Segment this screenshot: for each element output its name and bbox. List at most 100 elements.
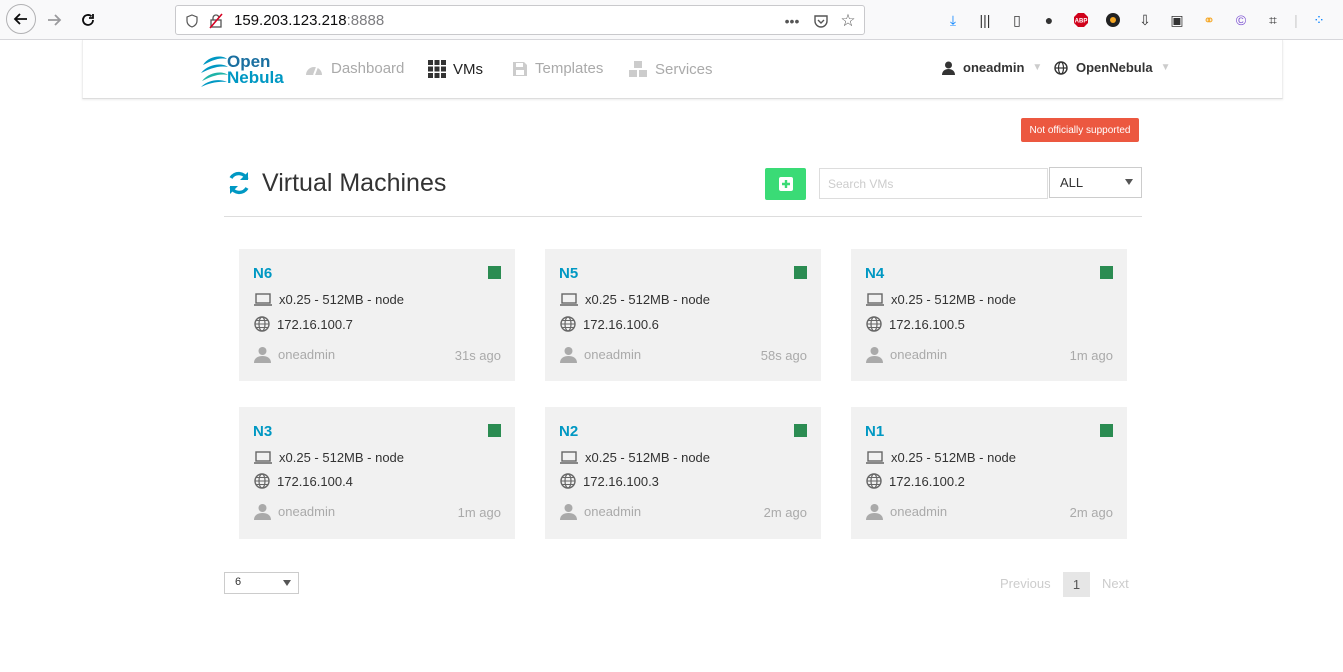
page-title-row: Virtual Machines ALL bbox=[224, 165, 1142, 217]
vm-card[interactable]: N2 x0.25 - 512MB - node 172.16.100.3 one… bbox=[545, 407, 821, 539]
vm-spec: x0.25 - 512MB - node bbox=[560, 292, 710, 307]
menu-templates[interactable]: Templates bbox=[512, 60, 603, 77]
shield-icon[interactable] bbox=[184, 13, 200, 29]
globe-icon bbox=[866, 316, 882, 332]
laptop-icon bbox=[866, 292, 884, 306]
menu-dashboard[interactable]: Dashboard bbox=[304, 60, 404, 77]
page-size-select[interactable]: 6 bbox=[224, 572, 299, 594]
vm-state-running-indicator bbox=[488, 424, 501, 437]
page-title: Virtual Machines bbox=[262, 169, 447, 197]
vm-age: 31s ago bbox=[454, 348, 501, 363]
vm-owner: oneadmin bbox=[560, 346, 641, 363]
download-icon[interactable]: ⤓ bbox=[940, 8, 966, 32]
sidebar-icon[interactable]: ▯ bbox=[1004, 8, 1030, 32]
vm-spec: x0.25 - 512MB - node bbox=[254, 450, 404, 465]
refresh-icon[interactable] bbox=[226, 170, 252, 196]
vm-card[interactable]: N1 x0.25 - 512MB - node 172.16.100.2 one… bbox=[851, 407, 1127, 539]
vm-name[interactable]: N5 bbox=[559, 265, 578, 282]
extensions-grid-icon[interactable]: ⁘ bbox=[1306, 8, 1332, 32]
globe-icon bbox=[560, 473, 576, 489]
adblock-icon[interactable]: ABP bbox=[1068, 8, 1094, 32]
pocket-icon[interactable] bbox=[813, 13, 829, 29]
chevron-down-icon: ▼ bbox=[1032, 62, 1043, 73]
vm-card[interactable]: N5 x0.25 - 512MB - node 172.16.100.6 one… bbox=[545, 249, 821, 381]
vm-owner: oneadmin bbox=[866, 503, 947, 520]
menu-services-label: Services bbox=[655, 60, 713, 78]
crop-icon[interactable]: ⌗ bbox=[1260, 8, 1286, 32]
download-arrow-icon[interactable]: ⇩ bbox=[1132, 8, 1158, 32]
divider: | bbox=[1294, 12, 1298, 28]
user-icon bbox=[254, 347, 271, 363]
link-extension-icon[interactable]: ⚭ bbox=[1196, 8, 1222, 32]
globe-icon bbox=[254, 316, 270, 332]
vm-owner-text: oneadmin bbox=[584, 504, 642, 519]
globe-icon bbox=[560, 316, 576, 332]
vm-owner: oneadmin bbox=[254, 346, 335, 363]
forward-button[interactable] bbox=[40, 6, 68, 34]
zone-menu[interactable]: OpenNebula ▼ bbox=[1054, 60, 1170, 75]
vm-owner-text: oneadmin bbox=[584, 347, 642, 362]
vm-card[interactable]: N6 x0.25 - 512MB - node 172.16.100.7 one… bbox=[239, 249, 515, 381]
vm-name[interactable]: N2 bbox=[559, 423, 578, 440]
vm-spec-text: x0.25 - 512MB - node bbox=[585, 292, 711, 307]
user-icon bbox=[866, 347, 883, 363]
menu-services[interactable]: Services bbox=[628, 60, 713, 78]
pagination-current-page[interactable]: 1 bbox=[1063, 572, 1090, 597]
menu-icon[interactable]: ≡ bbox=[1338, 8, 1343, 32]
search-vms-input[interactable] bbox=[819, 168, 1048, 199]
vm-card[interactable]: N4 x0.25 - 512MB - node 172.16.100.5 one… bbox=[851, 249, 1127, 381]
user-icon bbox=[254, 504, 271, 520]
state-filter-select[interactable]: ALL bbox=[1049, 167, 1142, 198]
user-menu[interactable]: oneadmin ▼ bbox=[942, 60, 1042, 75]
bookmark-star-icon[interactable]: ☆ bbox=[840, 11, 856, 30]
vm-ip-text: 172.16.100.3 bbox=[583, 473, 659, 489]
laptop-icon bbox=[254, 292, 272, 306]
vm-owner-text: oneadmin bbox=[890, 504, 948, 519]
vm-name[interactable]: N3 bbox=[253, 423, 272, 440]
pagination-previous[interactable]: Previous bbox=[1000, 576, 1051, 591]
reload-icon bbox=[82, 14, 94, 26]
vm-owner-text: oneadmin bbox=[278, 347, 336, 362]
vm-owner-text: oneadmin bbox=[890, 347, 948, 362]
reload-button[interactable] bbox=[74, 6, 102, 34]
copyright-extension-icon[interactable]: © bbox=[1228, 8, 1254, 32]
chevron-down-icon: ▼ bbox=[1160, 62, 1171, 73]
save-icon bbox=[513, 61, 527, 76]
vm-ip: 172.16.100.6 bbox=[560, 316, 659, 332]
laptop-icon bbox=[866, 450, 884, 464]
vm-spec-text: x0.25 - 512MB - node bbox=[279, 292, 405, 307]
back-button[interactable] bbox=[6, 4, 36, 34]
vm-name[interactable]: N6 bbox=[253, 265, 272, 282]
vm-ip-text: 172.16.100.4 bbox=[277, 473, 353, 489]
vm-name[interactable]: N1 bbox=[865, 423, 884, 440]
chevron-down-icon bbox=[283, 580, 291, 586]
add-vm-button[interactable] bbox=[765, 168, 806, 200]
url-host: 159.203.123.218 bbox=[234, 12, 347, 29]
screenshot-icon[interactable]: ▣ bbox=[1164, 8, 1190, 32]
vm-state-running-indicator bbox=[1100, 424, 1113, 437]
laptop-icon bbox=[560, 450, 578, 464]
page-size-value: 6 bbox=[235, 576, 242, 588]
arrow-right-icon bbox=[48, 14, 62, 26]
vm-name[interactable]: N4 bbox=[865, 265, 884, 282]
insecure-lock-icon[interactable] bbox=[208, 13, 224, 29]
opennebula-logo[interactable]: Open Nebula bbox=[199, 52, 295, 88]
user-icon bbox=[560, 347, 577, 363]
vm-spec-text: x0.25 - 512MB - node bbox=[585, 450, 711, 465]
pagination-next[interactable]: Next bbox=[1102, 576, 1129, 591]
vm-ip: 172.16.100.3 bbox=[560, 473, 659, 489]
laptop-icon bbox=[560, 292, 578, 306]
logo-mark-icon bbox=[201, 56, 228, 87]
vm-age: 1m ago bbox=[1069, 348, 1113, 363]
vm-card[interactable]: N3 x0.25 - 512MB - node 172.16.100.4 one… bbox=[239, 407, 515, 539]
page-actions-icon[interactable]: ••• bbox=[784, 13, 800, 29]
cubes-icon bbox=[629, 61, 647, 77]
account-icon[interactable]: ● bbox=[1036, 8, 1062, 32]
vm-ip-text: 172.16.100.2 bbox=[889, 473, 965, 489]
address-bar[interactable]: 159.203.123.218:8888 ••• ☆ bbox=[175, 5, 865, 35]
menu-vms[interactable]: VMs bbox=[428, 60, 483, 78]
library-icon[interactable]: ||| bbox=[972, 8, 998, 32]
browser-toolbar: 159.203.123.218:8888 ••• ☆ ⤓ ||| ▯ ● ABP… bbox=[0, 0, 1343, 40]
app-header: Open Nebula Dashboard VMs Templates Serv… bbox=[82, 40, 1283, 99]
extension-icon[interactable] bbox=[1100, 8, 1126, 32]
